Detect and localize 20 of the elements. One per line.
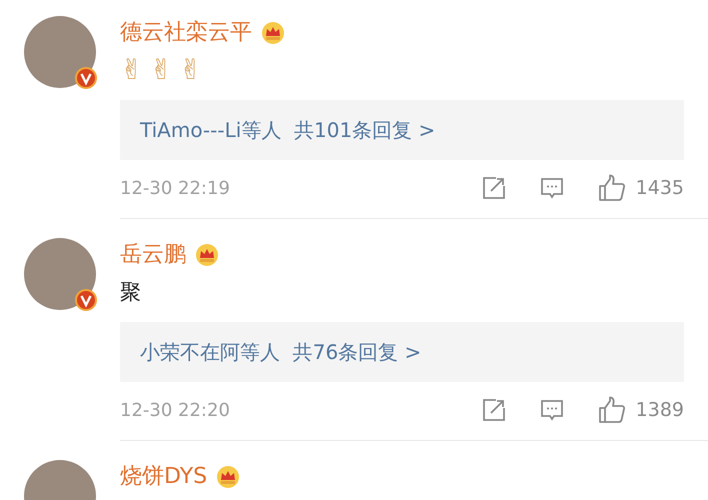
comment-text: 聚	[120, 279, 141, 306]
username[interactable]: 岳云鹏	[120, 238, 186, 272]
comment-text: ✌✌✌	[120, 52, 208, 88]
replies-link[interactable]: TiAmo---Li等人 共101条回复 >	[120, 100, 684, 160]
crown-badge-icon	[260, 21, 286, 45]
share-icon[interactable]	[482, 176, 506, 200]
like-count: 1389	[636, 398, 684, 423]
comment-icon[interactable]	[540, 176, 564, 200]
replies-link[interactable]: 小荣不在阿等人 共76条回复 >	[120, 322, 684, 382]
thumbs-up-icon[interactable]	[598, 396, 626, 424]
like-count: 1435	[636, 176, 684, 201]
thumbs-up-icon[interactable]	[598, 174, 626, 202]
timestamp: 12-30 22:19	[120, 176, 230, 200]
username[interactable]: 德云社栾云平	[120, 16, 252, 50]
comment-icon[interactable]	[540, 398, 564, 422]
timestamp: 12-30 22:20	[120, 398, 230, 422]
crown-badge-icon	[215, 465, 242, 489]
crown-badge-icon	[194, 243, 220, 267]
username[interactable]: 烧饼DYS	[120, 460, 208, 494]
share-icon[interactable]	[482, 398, 506, 422]
